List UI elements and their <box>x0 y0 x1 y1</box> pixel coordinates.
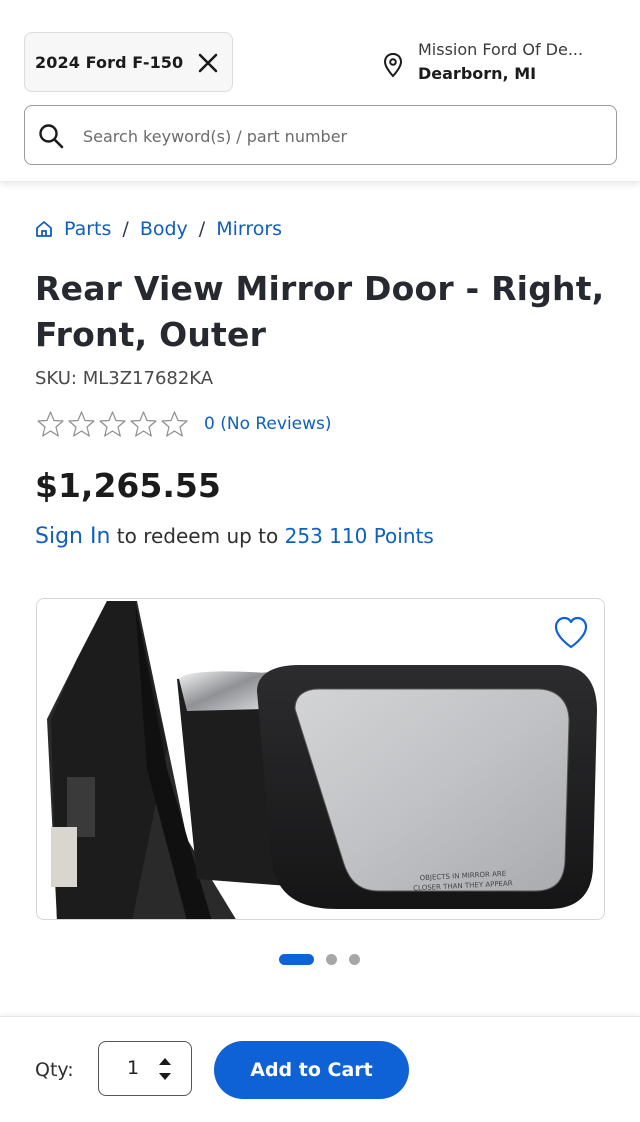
location-pin-icon <box>383 52 403 78</box>
product-price: $1,265.55 <box>35 466 221 505</box>
product-image-gallery[interactable]: OBJECTS IN MIRROR ARE CLOSER THAN THEY A… <box>36 598 605 920</box>
close-icon[interactable] <box>196 51 220 75</box>
dealer-city: Dearborn, MI <box>418 64 537 83</box>
gallery-pagination <box>279 954 372 965</box>
stepper-icon[interactable] <box>157 1054 173 1084</box>
add-to-cart-button[interactable]: Add to Cart <box>214 1041 409 1099</box>
star-outline-icon <box>99 411 126 437</box>
breadcrumb-separator: / <box>122 218 129 240</box>
breadcrumb-separator: / <box>198 218 206 240</box>
star-outline-icon <box>130 411 157 437</box>
breadcrumb-parts[interactable]: Parts <box>64 218 111 240</box>
search-icon[interactable] <box>37 122 65 150</box>
vehicle-selector[interactable]: 2024 Ford F-150 <box>24 32 233 92</box>
search-input[interactable] <box>83 116 603 156</box>
pagination-dot[interactable] <box>349 954 360 965</box>
heart-outline-icon[interactable] <box>552 615 590 651</box>
product-sku: SKU: ML3Z17682KA <box>35 368 214 389</box>
points-text: to redeem up to <box>116 524 279 548</box>
breadcrumb-mirrors[interactable]: Mirrors <box>216 218 282 240</box>
site-header: 2024 Ford F-150 Mission Ford Of De... De… <box>0 0 640 182</box>
reviews-link[interactable]: 0 (No Reviews) <box>204 414 332 434</box>
pagination-dot-active[interactable] <box>279 954 314 965</box>
add-to-cart-bar: Qty: 1 Add to Cart <box>0 1016 640 1122</box>
points-message: Sign In to redeem up to 253 110 Points <box>35 524 434 549</box>
product-image: OBJECTS IN MIRROR ARE CLOSER THAN THEY A… <box>47 601 597 919</box>
breadcrumb-body[interactable]: Body <box>140 218 188 240</box>
quantity-value[interactable]: 1 <box>127 1057 139 1079</box>
qty-label: Qty: <box>35 1059 74 1081</box>
breadcrumb: Parts / Body / Mirrors <box>34 214 282 244</box>
dealer-selector[interactable]: Mission Ford Of De... Dearborn, MI <box>382 38 632 88</box>
star-outline-icon <box>37 411 64 437</box>
points-value-link[interactable]: 253 110 Points <box>285 524 434 548</box>
rating: 0 (No Reviews) <box>36 410 332 438</box>
search-bar[interactable] <box>24 105 617 165</box>
home-icon[interactable] <box>34 219 54 239</box>
star-outline-icon <box>161 411 188 437</box>
quantity-stepper[interactable]: 1 <box>98 1041 192 1096</box>
product-title: Rear View Mirror Door - Right, Front, Ou… <box>35 269 605 354</box>
star-outline-icon <box>68 411 95 437</box>
sign-in-link[interactable]: Sign In <box>35 524 110 549</box>
dealer-name: Mission Ford Of De... <box>418 40 584 59</box>
pagination-dot[interactable] <box>326 954 337 965</box>
vehicle-label: 2024 Ford F-150 <box>35 52 184 72</box>
